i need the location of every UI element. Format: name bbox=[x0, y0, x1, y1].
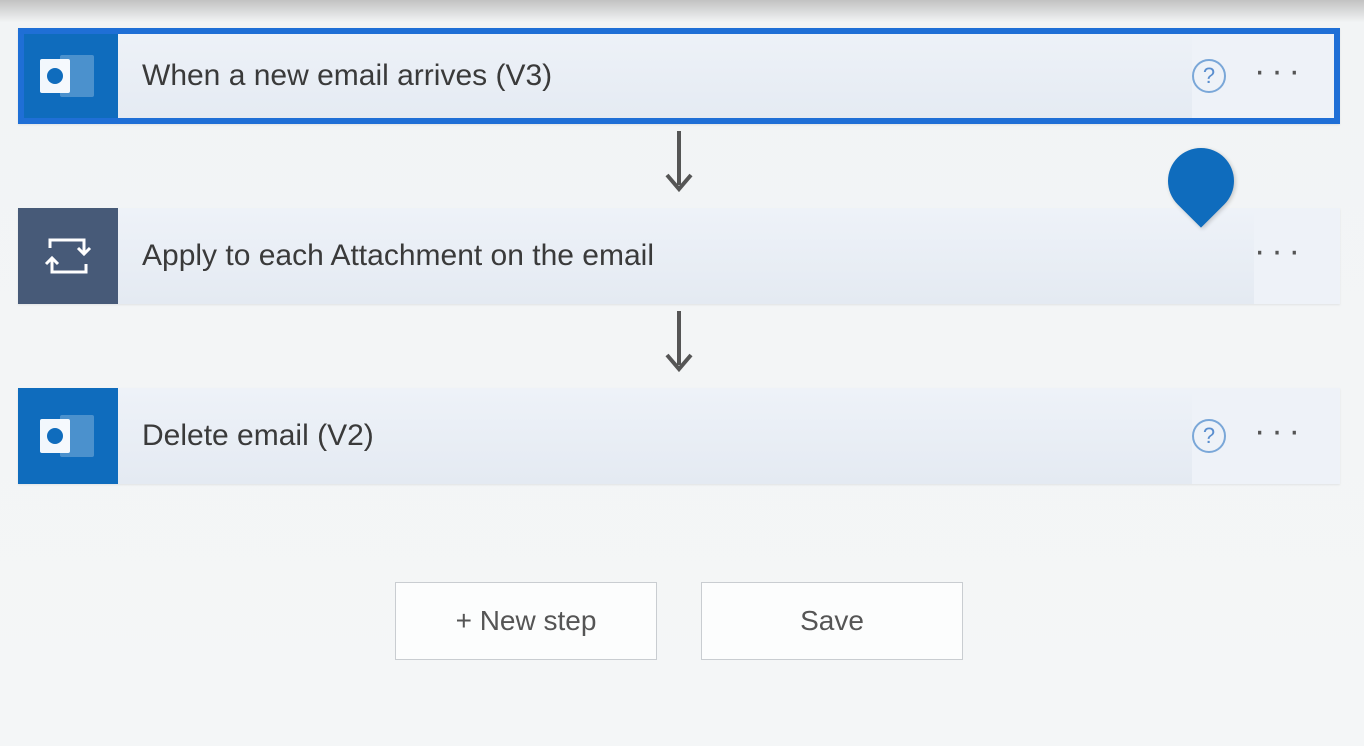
more-button[interactable]: ··· bbox=[1254, 54, 1306, 98]
new-step-button[interactable]: + New step bbox=[395, 582, 657, 660]
more-icon: ··· bbox=[1254, 232, 1306, 270]
outlook-icon bbox=[18, 28, 118, 124]
help-icon: ? bbox=[1203, 63, 1215, 89]
step-actions: ··· bbox=[1254, 208, 1340, 304]
footer-actions: + New step Save bbox=[18, 582, 1340, 660]
more-icon: ··· bbox=[1254, 52, 1306, 90]
flow-step-delete-email[interactable]: Delete email (V2) ? ··· bbox=[18, 388, 1340, 484]
outlook-icon bbox=[18, 388, 118, 484]
flow-step-apply-each[interactable]: Apply to each Attachment on the email ··… bbox=[18, 208, 1340, 304]
step-title: Delete email (V2) bbox=[118, 388, 1192, 484]
help-icon: ? bbox=[1203, 423, 1215, 449]
more-button[interactable]: ··· bbox=[1254, 414, 1306, 458]
help-button[interactable]: ? bbox=[1192, 419, 1226, 453]
step-actions: ? ··· bbox=[1192, 388, 1340, 484]
more-button[interactable]: ··· bbox=[1254, 234, 1306, 278]
loop-icon bbox=[18, 208, 118, 304]
help-button[interactable]: ? bbox=[1192, 59, 1226, 93]
flow-canvas: When a new email arrives (V3) ? ··· Appl… bbox=[0, 0, 1364, 660]
flow-step-trigger[interactable]: When a new email arrives (V3) ? ··· bbox=[18, 28, 1340, 124]
connector-arrow bbox=[18, 124, 1340, 208]
step-title: When a new email arrives (V3) bbox=[118, 28, 1192, 124]
more-icon: ··· bbox=[1254, 412, 1306, 450]
step-actions: ? ··· bbox=[1192, 28, 1340, 124]
save-button[interactable]: Save bbox=[701, 582, 963, 660]
step-title: Apply to each Attachment on the email bbox=[118, 208, 1254, 304]
connector-arrow bbox=[18, 304, 1340, 388]
